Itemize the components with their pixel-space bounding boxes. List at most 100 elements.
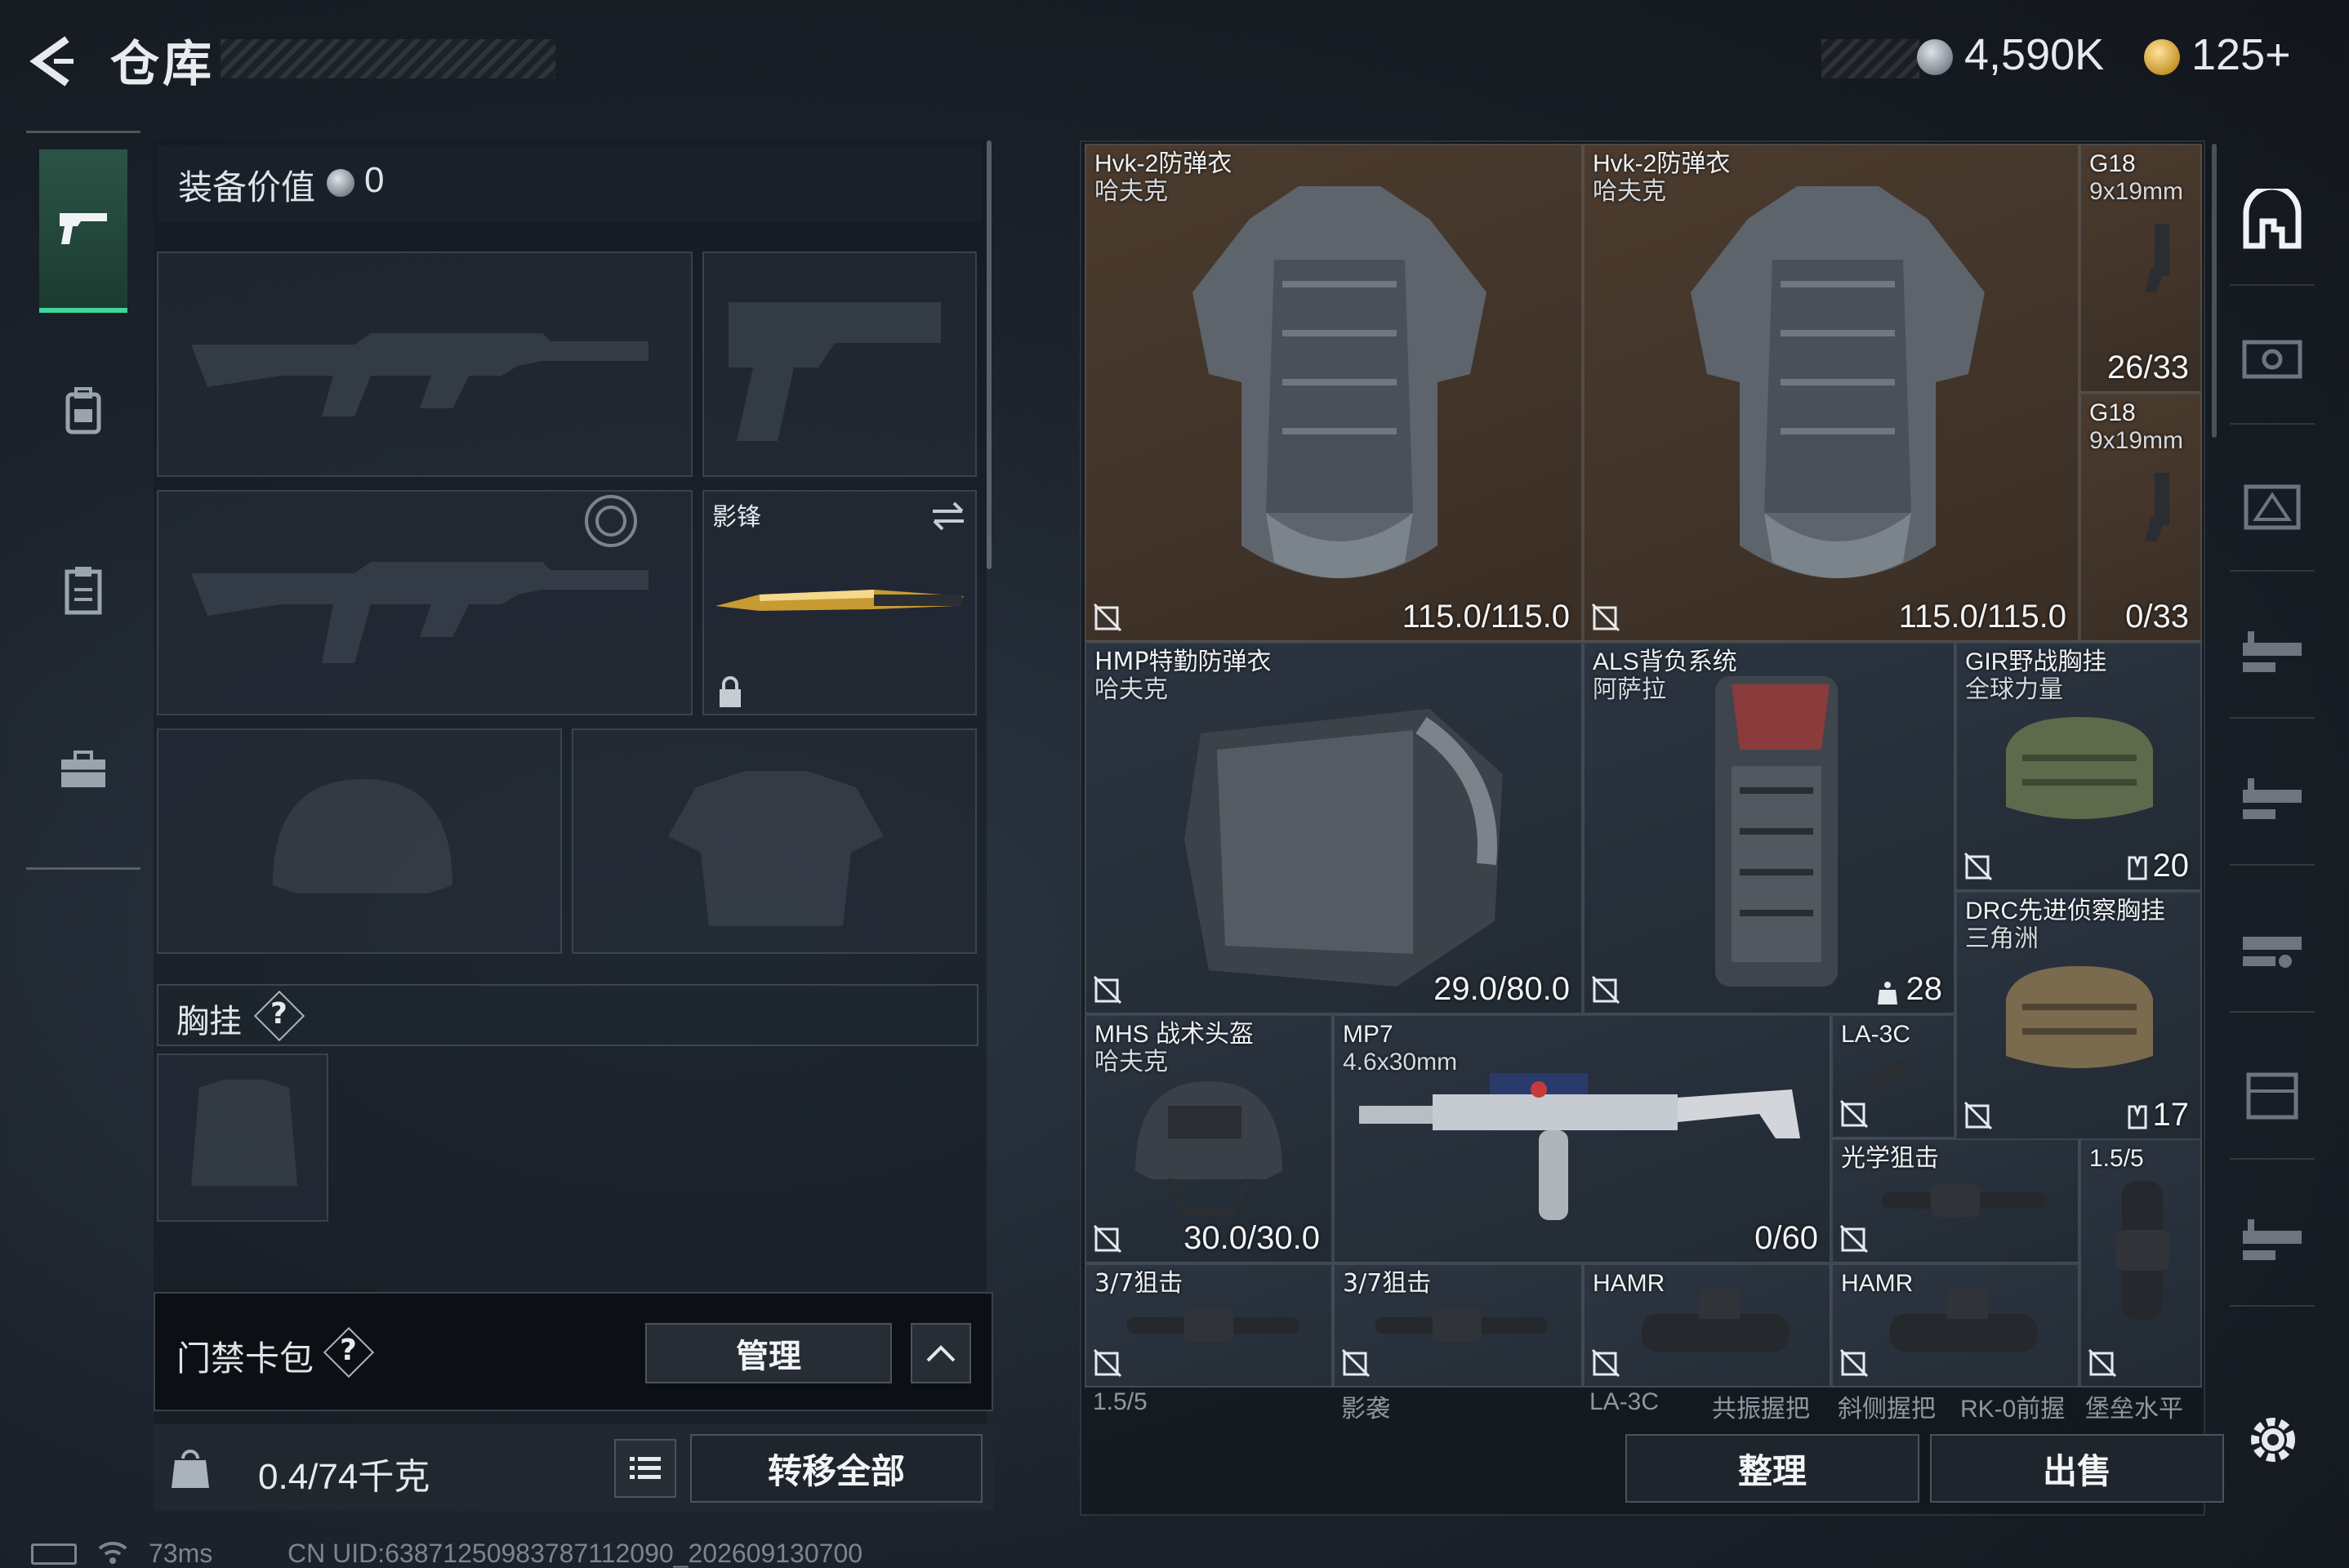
stash-item-label-cut[interactable]: RK-0前握	[1960, 1388, 2065, 1424]
back-arrow-icon[interactable]	[25, 33, 82, 90]
sell-button[interactable]: 出售	[1930, 1434, 2224, 1503]
item-name: 1.5/5	[2089, 1145, 2144, 1172]
stash-item-pistol[interactable]: G18 9x19mm 26/33	[2079, 144, 2202, 393]
shelf-icon	[2243, 937, 2302, 968]
item-name: LA-3C	[1841, 1021, 1911, 1048]
stash-tab-main[interactable]	[2230, 155, 2315, 286]
unmarked-icon	[1093, 603, 1122, 632]
stash-item-scope[interactable]: 3/7狙击	[1085, 1263, 1333, 1388]
target-ring-icon	[585, 495, 637, 547]
item-name: ALS背负系统	[1593, 648, 1737, 675]
vest-silhouette-icon	[191, 1080, 297, 1186]
chest-rig-icon	[2006, 717, 2153, 819]
item-durability: 115.0/115.0	[1402, 599, 1570, 635]
unmarked-icon	[1591, 1348, 1620, 1378]
item-maker: 哈夫克	[1094, 675, 1168, 704]
item-durability: 30.0/30.0	[1183, 1220, 1320, 1256]
primary-weapon-slot[interactable]	[157, 252, 693, 477]
equip-value: 0	[364, 160, 385, 200]
vault-icon	[2242, 340, 2302, 379]
item-maker: 哈夫克	[1094, 1048, 1168, 1076]
stash-item-helmet[interactable]: MHS 战术头盔 哈夫克 30.0/30.0	[1085, 1014, 1333, 1263]
helmet-icon	[1135, 1081, 1282, 1215]
help-icon-glyph: ?	[270, 997, 287, 1031]
stash-item-pistol[interactable]: G18 9x19mm 0/33	[2079, 393, 2202, 642]
item-capacity: 28	[1905, 971, 1943, 1007]
lock-icon	[720, 676, 741, 707]
pistol-icon	[2145, 224, 2169, 292]
unmarked-icon	[1591, 975, 1620, 1004]
stash-tab-2[interactable]	[2230, 294, 2315, 425]
pistol-icon	[60, 213, 107, 244]
stash-item-label-cut[interactable]: 影袭	[1341, 1388, 1390, 1424]
item-name: HAMR	[1593, 1270, 1665, 1297]
item-name: GIR野战胸挂	[1965, 648, 2107, 675]
vest-label: 胸挂	[176, 1003, 242, 1040]
backpack-icon	[65, 387, 101, 434]
battery-icon	[31, 1544, 77, 1565]
stash-tab-8[interactable]	[2230, 1176, 2315, 1307]
stash-item-armor[interactable]: Hvk-2防弹衣 哈夫克 115.0/115.0	[1085, 144, 1583, 642]
list-view-button[interactable]	[614, 1439, 676, 1498]
stash-tab-3[interactable]	[2230, 441, 2315, 572]
stash-tab-4[interactable]	[2230, 588, 2315, 719]
stash-item-label-cut[interactable]: 斜侧握把	[1838, 1388, 1936, 1424]
stash-item-armor[interactable]: HMP特勤防弹衣 哈夫克 29.0/80.0	[1085, 642, 1583, 1014]
stash-tab-7[interactable]	[2230, 1029, 2315, 1160]
loadout-scrollbar[interactable]	[987, 140, 992, 569]
list-icon	[630, 1457, 661, 1479]
swap-icon[interactable]	[929, 500, 967, 532]
stash-item-backpack[interactable]: ALS背负系统 阿萨拉 28	[1583, 642, 1955, 1014]
stash-item-scope[interactable]: HAMR	[1583, 1263, 1831, 1388]
armor-silhouette-icon	[668, 771, 884, 926]
capacity-vest-icon	[2128, 856, 2147, 880]
stash-item-armor[interactable]: Hvk-2防弹衣 哈夫克 115.0/115.0	[1583, 144, 2079, 642]
stash-item-attachment[interactable]: LA-3C	[1831, 1014, 1955, 1138]
unmarked-icon	[1093, 975, 1122, 1004]
stash-item-scope[interactable]: 1.5/5	[2079, 1138, 2202, 1388]
stash-item-smg[interactable]: MP7 4.6x30mm 0/60	[1333, 1014, 1831, 1263]
manage-button[interactable]: 管理	[645, 1323, 892, 1383]
stash-item-vest[interactable]: DRC先进侦察胸挂 三角洲 17	[1955, 891, 2202, 1140]
item-caliber: 9x19mm	[2089, 427, 2184, 454]
stash-scrollbar[interactable]	[2212, 144, 2217, 438]
currency-decoration	[1821, 39, 1919, 78]
scope-icon	[1882, 1184, 2045, 1217]
stash-item-label-cut[interactable]: 1.5/5	[1093, 1388, 1148, 1416]
scope-icon	[2115, 1181, 2169, 1320]
stash-item-label-cut[interactable]: 共振握把	[1712, 1388, 1810, 1424]
item-maker: 阿萨拉	[1593, 675, 1666, 704]
item-maker: 哈夫克	[1593, 177, 1666, 206]
clipboard-icon	[65, 567, 102, 615]
stash-tab-6[interactable]	[2230, 882, 2315, 1013]
gear-icon[interactable]	[2242, 1409, 2304, 1471]
title-decoration	[221, 39, 555, 78]
left-nav	[26, 131, 140, 870]
stash-item-scope[interactable]: 光学狙击	[1831, 1138, 2079, 1263]
body-armor-slot[interactable]	[572, 728, 977, 954]
silver-coin-icon	[1917, 39, 1953, 75]
scope-icon	[1127, 1309, 1299, 1342]
sidearm-slot[interactable]	[702, 252, 977, 477]
sort-button[interactable]: 整理	[1625, 1434, 1919, 1503]
stash-item-label-cut[interactable]: 堡垒水平	[2085, 1388, 2183, 1424]
stash-item-scope[interactable]: HAMR	[1831, 1263, 2079, 1388]
helmet-slot[interactable]	[157, 728, 562, 954]
shelf-icon	[2243, 778, 2302, 819]
stash-tab-5[interactable]	[2230, 735, 2315, 866]
secondary-weapon-slot[interactable]	[157, 490, 693, 715]
nav-tab-clipboard[interactable]	[39, 509, 127, 672]
unmarked-icon	[1341, 1348, 1371, 1378]
rifle-silhouette-icon	[191, 333, 649, 416]
vest-slot[interactable]	[157, 1054, 328, 1222]
nav-tab-briefcase[interactable]	[39, 688, 127, 852]
stash-item-vest[interactable]: GIR野战胸挂 全球力量 20	[1955, 642, 2202, 891]
nav-tab-backpack[interactable]	[39, 329, 127, 492]
nav-tab-weapons[interactable]	[39, 149, 127, 313]
stash-item-scope[interactable]: 3/7狙击	[1333, 1263, 1583, 1388]
transfer-all-button[interactable]: 转移全部	[690, 1434, 983, 1503]
collapse-button[interactable]	[911, 1323, 971, 1383]
stash-item-label-cut[interactable]: LA-3C	[1589, 1388, 1659, 1416]
item-name: G18	[2089, 399, 2136, 426]
melee-slot[interactable]: 影锋	[702, 490, 977, 715]
